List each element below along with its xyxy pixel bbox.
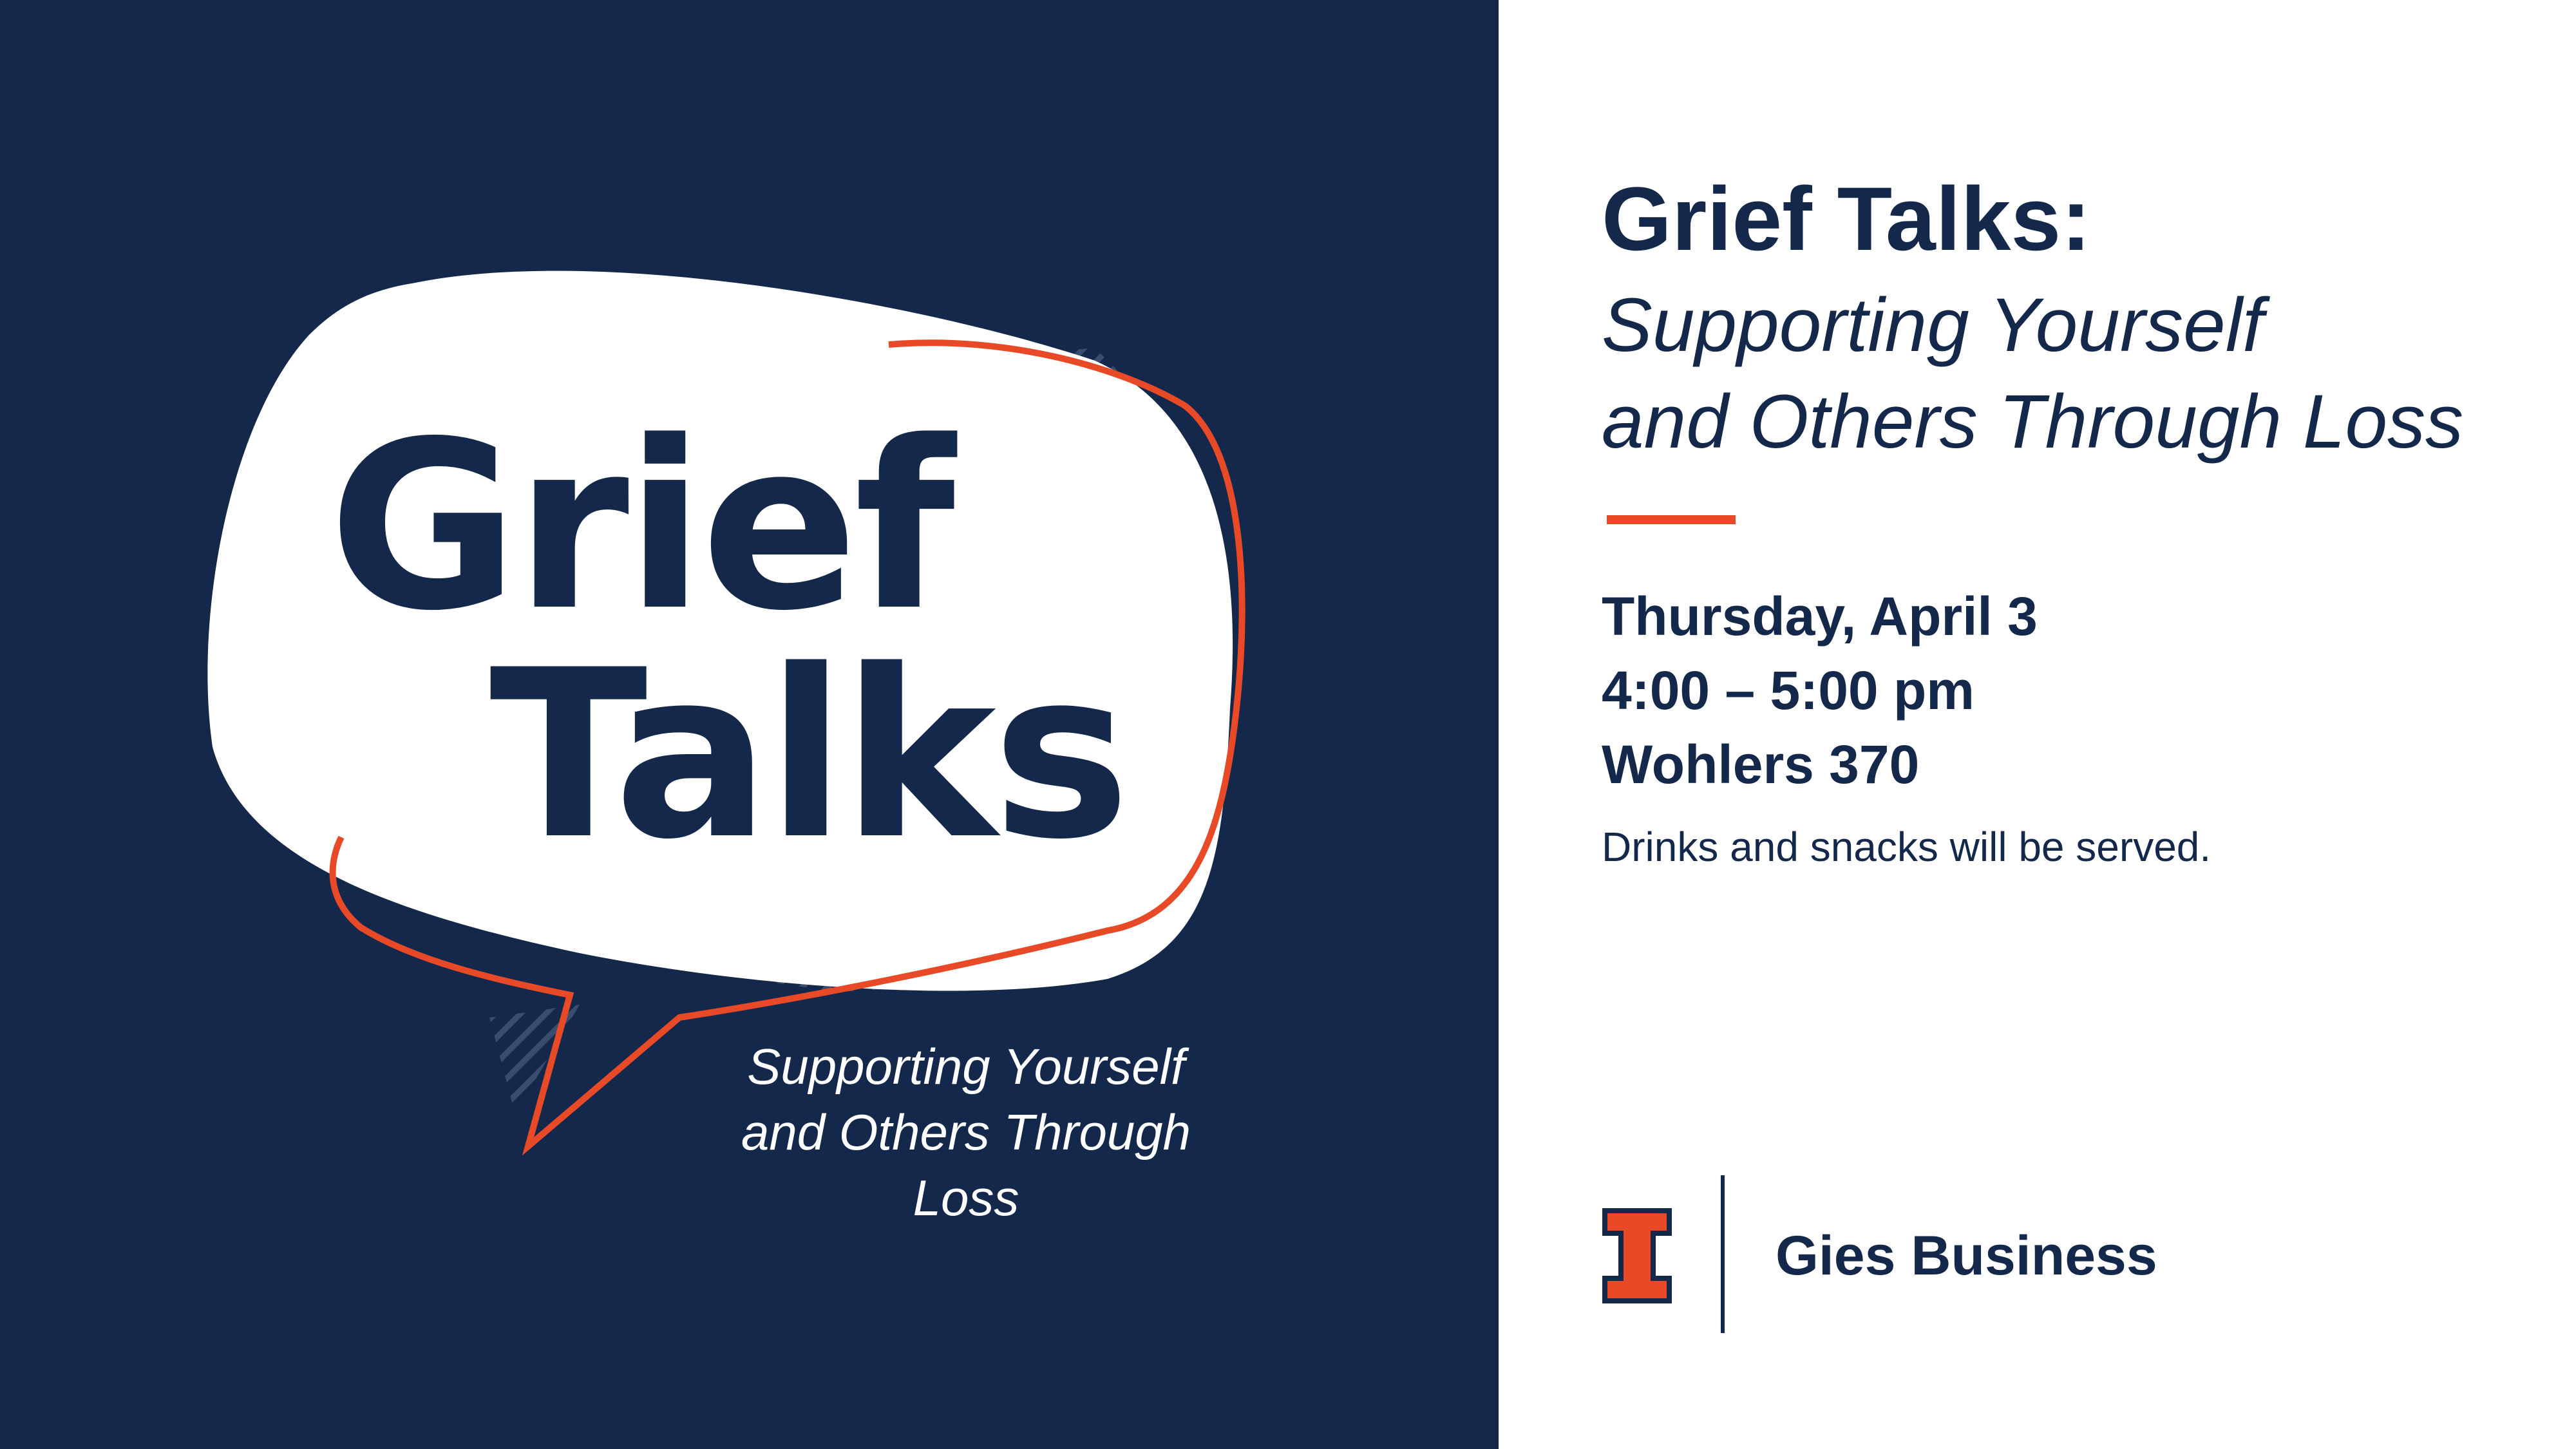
brand-name: Gies Business xyxy=(1776,1225,2157,1287)
hero-subtitle-line2: and Others Through Loss xyxy=(741,1104,1191,1226)
event-subtitle-line2: and Others Through Loss xyxy=(1602,379,2464,464)
hero-title-line2: Talks xyxy=(489,620,1130,890)
hero-title: Grief Talks xyxy=(328,411,1130,890)
event-subtitle-line1: Supporting Yourself xyxy=(1602,283,2264,368)
event-subtitle: Supporting Yourself and Others Through L… xyxy=(1602,277,2535,470)
event-title: Grief Talks: xyxy=(1602,168,2091,269)
hero-subtitle-line1: Supporting Yourself xyxy=(747,1038,1185,1095)
details-panel: Grief Talks: Supporting Yourself and Oth… xyxy=(1499,0,2576,1449)
event-date: Thursday, April 3 xyxy=(1602,586,2038,647)
hero-panel: Grief Talks Supporting Yourself and Othe… xyxy=(0,0,1499,1449)
brand-logo: Gies Business xyxy=(1602,1175,2439,1336)
event-location: Wohlers 370 xyxy=(1602,734,1920,795)
logo-divider xyxy=(1721,1175,1725,1333)
event-time: 4:00 – 5:00 pm xyxy=(1602,660,1975,721)
block-i-icon xyxy=(1602,1208,1672,1303)
event-note: Drinks and snacks will be served. xyxy=(1602,824,2211,870)
event-info: Thursday, April 3 4:00 – 5:00 pm Wohlers… xyxy=(1602,580,2038,802)
hero-subtitle: Supporting Yourself and Others Through L… xyxy=(683,1034,1249,1231)
accent-divider xyxy=(1607,515,1736,524)
